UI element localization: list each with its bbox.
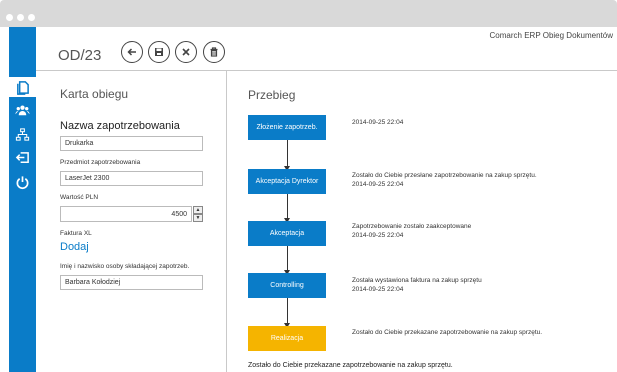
- document-number: OD/23: [58, 47, 102, 64]
- window-dot-close[interactable]: [6, 14, 13, 21]
- flow-step-submission[interactable]: Złożenie zapotrzeb.: [248, 115, 326, 140]
- sidebar-item-documents[interactable]: [9, 77, 36, 97]
- delete-icon: [210, 47, 218, 57]
- invoice-label: Faktura XL: [60, 230, 92, 237]
- save-button[interactable]: [148, 41, 170, 63]
- hierarchy-icon: [15, 127, 30, 141]
- logout-icon: [15, 151, 29, 163]
- sidebar-item-structure[interactable]: [9, 124, 36, 144]
- form-title: Nazwa zapotrzebowania: [60, 120, 180, 132]
- sidebar-item-logout[interactable]: [9, 147, 36, 167]
- event-date: 2014-09-25 22:04: [352, 181, 404, 188]
- delete-button[interactable]: [203, 41, 225, 63]
- subject-label: Przedmiot zapotrzebowania: [60, 159, 141, 166]
- sidebar-item-power[interactable]: [9, 172, 36, 192]
- title-bar: [0, 0, 617, 27]
- document-icon: [17, 80, 29, 95]
- event-message: Zostało do Ciebie przesłane zapotrzebowa…: [352, 172, 537, 179]
- flow-arrow: [284, 298, 290, 328]
- value-stepper: 4500 ▲ ▼: [60, 206, 203, 222]
- header-divider: [36, 70, 617, 71]
- sidebar-item-users[interactable]: [9, 100, 36, 120]
- event-message: Zapotrzebowanie zostało zaakceptowane: [352, 223, 472, 230]
- value-decrement-button[interactable]: ▼: [193, 214, 203, 222]
- flow-step-controlling[interactable]: Controlling: [248, 273, 326, 298]
- window-dot-minimize[interactable]: [17, 14, 24, 21]
- event-date: 2014-09-25 22:04: [352, 232, 404, 239]
- value-input[interactable]: 4500: [60, 206, 192, 222]
- sidebar: [9, 27, 36, 372]
- app-window: [9, 27, 617, 372]
- event-message: Zostało do Ciebie przekazane zapotrzebow…: [352, 329, 543, 336]
- event-date: 2014-09-25 22:04: [352, 119, 404, 126]
- panel-divider: [226, 70, 227, 372]
- back-icon: [127, 48, 136, 56]
- cancel-button[interactable]: [175, 41, 197, 63]
- person-label: Imię i nazwisko osoby składającej zapotr…: [60, 263, 190, 270]
- request-name-input[interactable]: Drukarka: [60, 136, 203, 151]
- flow-step-realization[interactable]: Realizacja: [248, 326, 326, 351]
- window-dot-maximize[interactable]: [28, 14, 35, 21]
- add-invoice-link[interactable]: Dodaj: [60, 241, 89, 253]
- flow-arrow: [284, 246, 290, 275]
- event-message: Została wystawiona faktura na zakup sprz…: [352, 277, 482, 284]
- event-date: 2014-09-25 22:04: [352, 286, 404, 293]
- save-icon: [155, 48, 163, 56]
- subject-input[interactable]: LaserJet 2300: [60, 171, 203, 186]
- power-icon: [16, 175, 29, 189]
- flow-step-approval[interactable]: Akceptacja: [248, 221, 326, 246]
- flow-arrow: [284, 140, 290, 171]
- card-section-title: Karta obiegu: [60, 87, 129, 101]
- person-input[interactable]: Barbara Kołodziej: [60, 275, 203, 290]
- value-increment-button[interactable]: ▲: [193, 206, 203, 214]
- app-name: Comarch ERP Obieg Dokumentów: [489, 31, 613, 40]
- flow-step-director-approval[interactable]: Akceptacja Dyrektor: [248, 169, 326, 194]
- flow-arrow: [284, 194, 290, 223]
- users-icon: [15, 105, 30, 115]
- value-label: Wartość PLN: [60, 194, 99, 201]
- close-icon: [182, 48, 190, 56]
- back-button[interactable]: [121, 41, 143, 63]
- status-message: Zostało do Ciebie przekazane zapotrzebow…: [248, 362, 453, 369]
- workflow-section-title: Przebieg: [248, 88, 296, 102]
